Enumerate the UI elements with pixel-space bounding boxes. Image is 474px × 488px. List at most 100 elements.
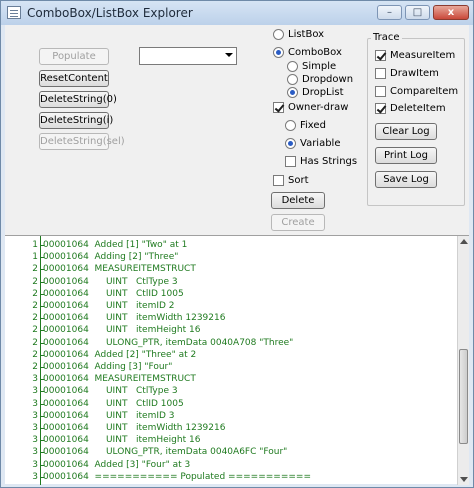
- log-row-depth: 2: [32, 313, 38, 324]
- fixed-radio-indicator[interactable]: [285, 120, 296, 131]
- log-row-depth: 2: [32, 325, 38, 336]
- droplist-label: DropList: [302, 87, 344, 98]
- create-button[interactable]: Create: [271, 214, 325, 231]
- combobox-radio[interactable]: ComboBox: [273, 46, 353, 60]
- log-row-text: 00001064 MEASUREITEMSTRUCT: [43, 374, 196, 385]
- app-icon: [7, 6, 21, 19]
- log-row-depth: 3: [32, 435, 38, 446]
- log-row: 2 00001064 ULONG_PTR, itemData 0040A708 "…: [5, 337, 457, 349]
- draw-item-checkbox[interactable]: DrawItem: [375, 67, 465, 81]
- title-bar[interactable]: ComboBox/ListBox Explorer – □ x: [1, 1, 473, 25]
- droplist-radio-indicator[interactable]: [287, 87, 298, 98]
- listbox-radio[interactable]: ListBox: [273, 28, 353, 42]
- owner-draw-checkbox[interactable]: Owner-draw: [273, 101, 363, 115]
- sort-check-indicator[interactable]: [273, 175, 284, 186]
- fixed-radio[interactable]: Fixed: [285, 119, 365, 133]
- log-row-depth: 3: [32, 374, 38, 385]
- chevron-down-icon[interactable]: [225, 53, 233, 57]
- log-row-text: 00001064 ULONG_PTR, itemData 0040A6FC "F…: [43, 447, 288, 458]
- log-row-depth: 2: [32, 276, 38, 287]
- delete-string-0-button[interactable]: DeleteString(0): [39, 91, 117, 108]
- save-log-button[interactable]: Save Log: [375, 171, 437, 188]
- maximize-button[interactable]: □: [405, 5, 430, 20]
- log-row: 3 00001064 Added [3] "Four" at 3: [5, 459, 457, 471]
- compare-item-checkbox[interactable]: CompareItem: [375, 85, 465, 99]
- log-row: 2 00001064 UINT itemID 2: [5, 300, 457, 312]
- fixed-label: Fixed: [300, 120, 326, 131]
- scroll-up-arrow-icon[interactable]: [460, 239, 468, 244]
- reset-content-button[interactable]: ResetContent: [39, 70, 109, 87]
- log-row-text: 00001064 UINT CtlID 1005: [43, 288, 184, 299]
- log-row-depth: 3: [32, 386, 38, 397]
- listbox-radio-indicator[interactable]: [273, 29, 284, 40]
- listbox-label: ListBox: [288, 29, 325, 40]
- trace-group-title: Trace: [371, 32, 402, 43]
- minimize-button[interactable]: –: [377, 5, 402, 20]
- sort-checkbox[interactable]: Sort: [273, 174, 353, 188]
- log-row-depth: 3: [32, 398, 38, 409]
- log-row: 3 00001064 UINT itemHeight 16: [5, 434, 457, 446]
- scroll-down-arrow-icon[interactable]: [460, 477, 468, 482]
- log-row-depth: 3: [32, 410, 38, 421]
- log-row-text: 00001064 Adding [2] "Three": [43, 252, 179, 263]
- draw-item-check-indicator[interactable]: [375, 68, 386, 79]
- simple-radio-indicator[interactable]: [287, 61, 298, 72]
- log-row-depth: 3: [32, 471, 38, 482]
- owner-draw-label: Owner-draw: [288, 102, 349, 113]
- log-row: 3 00001064 UINT itemID 3: [5, 410, 457, 422]
- log-row-depth: 3: [32, 447, 38, 458]
- compare-item-check-indicator[interactable]: [375, 86, 386, 97]
- scroll-thumb[interactable]: [459, 349, 468, 444]
- variable-label: Variable: [300, 138, 341, 149]
- variable-radio[interactable]: Variable: [285, 137, 365, 151]
- log-row-depth: 2: [32, 349, 38, 360]
- explorer-combobox[interactable]: [139, 47, 237, 65]
- log-row: 2 00001064 UINT itemHeight 16: [5, 324, 457, 336]
- log-row-text: 00001064 =========== Populated =========…: [43, 471, 311, 482]
- owner-draw-check-indicator[interactable]: [273, 102, 284, 113]
- droplist-radio[interactable]: DropList: [287, 86, 367, 100]
- log-row: 2 00001064 MEASUREITEMSTRUCT: [5, 263, 457, 275]
- dropdown-radio-indicator[interactable]: [287, 74, 298, 85]
- log-row: 2 00001064 Adding [3] "Four": [5, 361, 457, 373]
- populate-button[interactable]: Populate: [39, 48, 109, 65]
- dropdown-radio[interactable]: Dropdown: [287, 73, 367, 87]
- log-scrollbar[interactable]: [457, 236, 469, 485]
- log-row-depth: 2: [32, 337, 38, 348]
- log-row: 3 00001064 UINT CtlID 1005: [5, 398, 457, 410]
- log-row: 2 00001064 UINT CtlID 1005: [5, 288, 457, 300]
- measure-item-check-indicator[interactable]: [375, 50, 386, 61]
- log-row-depth: 2: [32, 288, 38, 299]
- log-row-depth: 2: [32, 264, 38, 275]
- log-row-text: 00001064 ULONG_PTR, itemData 0040A708 "T…: [43, 337, 294, 348]
- has-strings-check-indicator[interactable]: [285, 156, 296, 167]
- simple-radio[interactable]: Simple: [287, 60, 367, 74]
- log-row-text: 00001064 UINT itemHeight 16: [43, 325, 201, 336]
- measure-item-label: MeasureItem: [390, 50, 456, 61]
- delete-item-label: DeleteItem: [390, 103, 446, 114]
- close-button[interactable]: x: [433, 5, 469, 20]
- print-log-button[interactable]: Print Log: [375, 147, 437, 164]
- log-row: 2 00001064 UINT CtlType 3: [5, 276, 457, 288]
- clear-log-button[interactable]: Clear Log: [375, 123, 437, 140]
- log-row: 3 00001064 MEASUREITEMSTRUCT: [5, 373, 457, 385]
- log-row-text: 00001064 Adding [3] "Four": [43, 362, 173, 372]
- has-strings-checkbox[interactable]: Has Strings: [285, 155, 365, 169]
- delete-button[interactable]: Delete: [271, 192, 325, 209]
- measure-item-checkbox[interactable]: MeasureItem: [375, 49, 465, 63]
- delete-string-i-button[interactable]: DeleteString(i): [39, 112, 113, 129]
- trace-log-panel[interactable]: 1 00001064 Added [1] "Two" at 1 1 00001064 …: [5, 235, 469, 485]
- log-row-depth: 3: [32, 423, 38, 433]
- delete-item-checkbox[interactable]: DeleteItem: [375, 102, 465, 116]
- delete-item-check-indicator[interactable]: [375, 103, 386, 114]
- combobox-radio-indicator[interactable]: [273, 47, 284, 58]
- log-row-text: 00001064 Added [1] "Two" at 1: [43, 240, 188, 250]
- log-row-text: 00001064 UINT itemWidth 1239216: [43, 423, 226, 433]
- delete-string-sel-button[interactable]: DeleteString(sel): [39, 133, 125, 150]
- log-row: 1 00001064 Adding [2] "Three": [5, 251, 457, 263]
- log-row: 3 00001064 =========== Populated ========…: [5, 471, 457, 483]
- log-row-text: 00001064 UINT itemWidth 1239216: [43, 313, 226, 324]
- log-row-depth: 3: [32, 459, 38, 470]
- log-row-text: 00001064 UINT itemHeight 16: [43, 435, 201, 446]
- variable-radio-indicator[interactable]: [285, 138, 296, 149]
